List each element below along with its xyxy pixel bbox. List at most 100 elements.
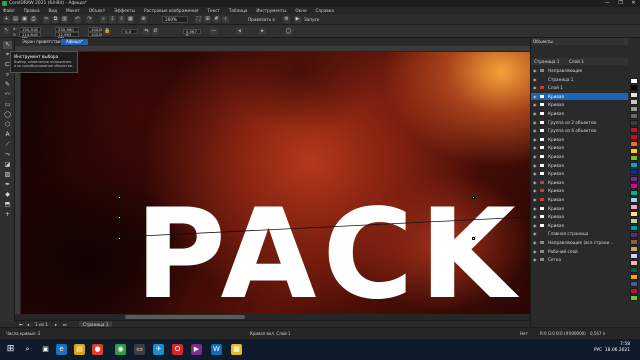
palette-swatch[interactable]: [630, 253, 638, 259]
visibility-eye-icon[interactable]: ◉: [533, 170, 537, 177]
add-tool-icon[interactable]: +: [3, 211, 12, 219]
terminal-icon[interactable]: ▭: [134, 344, 145, 355]
selection-handle[interactable]: [118, 196, 121, 199]
open-icon[interactable]: ▤: [12, 16, 19, 23]
selection-handle[interactable]: [472, 237, 475, 240]
line-style-dropdown-icon[interactable]: —: [210, 28, 217, 35]
palette-swatch[interactable]: [630, 190, 638, 196]
save-icon[interactable]: ▣: [21, 16, 28, 23]
object-row[interactable]: ◉ Слой 1: [531, 84, 629, 91]
selection-handle[interactable]: [118, 237, 121, 240]
new-document-icon[interactable]: +: [3, 16, 10, 23]
outline-width-field[interactable]: 0,567 п: [183, 29, 201, 36]
palette-swatch[interactable]: [630, 246, 638, 252]
visibility-eye-icon[interactable]: ◉: [533, 179, 537, 186]
drop-shadow-icon[interactable]: ◪: [3, 161, 12, 169]
object-row[interactable]: ◉ Кривая: [531, 205, 629, 212]
visibility-eye-icon[interactable]: ◉: [533, 144, 537, 151]
menu-tools[interactable]: Инструменты: [256, 8, 286, 13]
visibility-eye-icon[interactable]: ◉: [533, 84, 537, 91]
selected-curve-line[interactable]: [21, 52, 530, 320]
undo-icon[interactable]: ↶: [74, 16, 81, 23]
scrollbar-thumb[interactable]: [125, 315, 245, 319]
palette-swatch[interactable]: [630, 197, 638, 203]
taskbar-clock[interactable]: 7:58 18.06.2021: [605, 342, 630, 354]
mirror-vertical-icon[interactable]: ⇵: [152, 28, 159, 35]
selection-handle[interactable]: [118, 216, 121, 219]
visibility-eye-icon[interactable]: ◉: [533, 205, 537, 212]
visibility-eye-icon[interactable]: ◉: [533, 136, 537, 143]
visibility-eye-icon[interactable]: ◉: [533, 119, 537, 126]
object-row[interactable]: ◉ Группа из 2 объектов: [531, 119, 629, 126]
selection-handle[interactable]: [472, 196, 475, 199]
print-icon[interactable]: ⎙: [30, 16, 37, 23]
mirror-horizontal-icon[interactable]: ⇋: [143, 28, 150, 35]
visibility-eye-icon[interactable]: ◉: [533, 153, 537, 160]
menu-edit[interactable]: Правка: [24, 8, 40, 13]
object-row[interactable]: ◉ Кривая: [531, 187, 629, 194]
object-row[interactable]: ◉ Рабочий слой: [531, 248, 629, 255]
object-row[interactable]: ◉ Сетка: [531, 256, 629, 263]
keyboard-language[interactable]: РУС: [594, 347, 602, 352]
minimize-button[interactable]: —: [601, 0, 614, 7]
object-row[interactable]: ◉ Кривая: [531, 179, 629, 186]
visibility-eye-icon[interactable]: ◉: [533, 213, 537, 220]
menu-object[interactable]: Объект: [89, 8, 105, 13]
menu-view[interactable]: Вид: [49, 8, 58, 13]
palette-swatch[interactable]: [630, 99, 638, 105]
parallel-dimension-icon[interactable]: ⟋: [3, 141, 12, 149]
guidelines-icon[interactable]: ⊹: [222, 16, 229, 23]
select-tool-pointer-icon[interactable]: ↖: [3, 27, 10, 34]
menu-window[interactable]: Окно: [295, 8, 306, 13]
object-row[interactable]: ◉ Группа из 6 объектов: [531, 127, 629, 134]
object-row[interactable]: ◉ Кривая: [531, 153, 629, 160]
object-row[interactable]: ◉ Кривая: [531, 162, 629, 169]
menu-bitmaps[interactable]: Растровые изображения: [144, 8, 198, 13]
palette-swatch[interactable]: [630, 162, 638, 168]
object-row[interactable]: ◉ Направляющие (все страни...: [531, 239, 629, 246]
palette-swatch[interactable]: [630, 92, 638, 98]
rectangle-tool-icon[interactable]: ▭: [3, 101, 12, 109]
object-row[interactable]: ◉ Кривая: [531, 101, 629, 108]
import-icon[interactable]: ⇩: [109, 16, 116, 23]
visibility-eye-icon[interactable]: ◉: [533, 101, 537, 108]
snap-to-dropdown[interactable]: Привязать к: [248, 16, 275, 23]
palette-swatch[interactable]: [630, 141, 638, 147]
cut-icon[interactable]: ✂: [43, 16, 50, 23]
chrome-icon[interactable]: ●: [92, 344, 103, 355]
menu-effects[interactable]: Эффекты: [114, 8, 135, 13]
maximize-button[interactable]: ❐: [614, 0, 627, 7]
object-row[interactable]: ◉ Кривая: [531, 170, 629, 177]
scale-y-field[interactable]: 100,0: [88, 32, 102, 37]
palette-swatch[interactable]: [630, 218, 638, 224]
object-row[interactable]: ◉ Кривая: [531, 196, 629, 203]
object-row[interactable]: ◉ Кривая: [531, 144, 629, 151]
palette-swatch[interactable]: [630, 127, 638, 133]
telegram-icon[interactable]: ✈: [153, 344, 164, 355]
visibility-eye-icon[interactable]: ◉: [533, 76, 537, 83]
settings-gear-icon[interactable]: ⚙: [283, 16, 290, 23]
object-row[interactable]: ◉ Направляющие: [531, 67, 629, 74]
palette-swatch[interactable]: [630, 239, 638, 245]
arrow-end-icon[interactable]: ▸: [259, 28, 266, 35]
palette-swatch[interactable]: [630, 183, 638, 189]
visibility-eye-icon[interactable]: ◉: [533, 196, 537, 203]
connector-tool-icon[interactable]: ⤳: [3, 151, 12, 159]
visibility-eye-icon[interactable]: ◉: [533, 110, 537, 117]
windows-start-icon[interactable]: ⊞: [5, 344, 16, 355]
visibility-eye-icon[interactable]: ◉: [533, 256, 537, 263]
palette-swatch[interactable]: [630, 106, 638, 112]
visibility-eye-icon[interactable]: ◉: [533, 67, 537, 74]
artistic-media-icon[interactable]: 〰: [3, 91, 12, 99]
arrow-start-icon[interactable]: ◂: [236, 28, 243, 35]
visibility-eye-icon[interactable]: ◉: [533, 222, 537, 229]
ellipse-tool-icon[interactable]: ◯: [3, 111, 12, 119]
freehand-tool-icon[interactable]: ✎: [3, 81, 12, 89]
zoom-icon[interactable]: ⊕: [140, 16, 147, 23]
object-row[interactable]: ◉ Кривая: [531, 222, 629, 229]
visibility-eye-icon[interactable]: ◉: [533, 93, 537, 100]
menu-help[interactable]: Справка: [316, 8, 334, 13]
palette-swatch[interactable]: [630, 134, 638, 140]
palette-swatch[interactable]: [630, 274, 638, 280]
close-button[interactable]: ✕: [627, 0, 640, 7]
